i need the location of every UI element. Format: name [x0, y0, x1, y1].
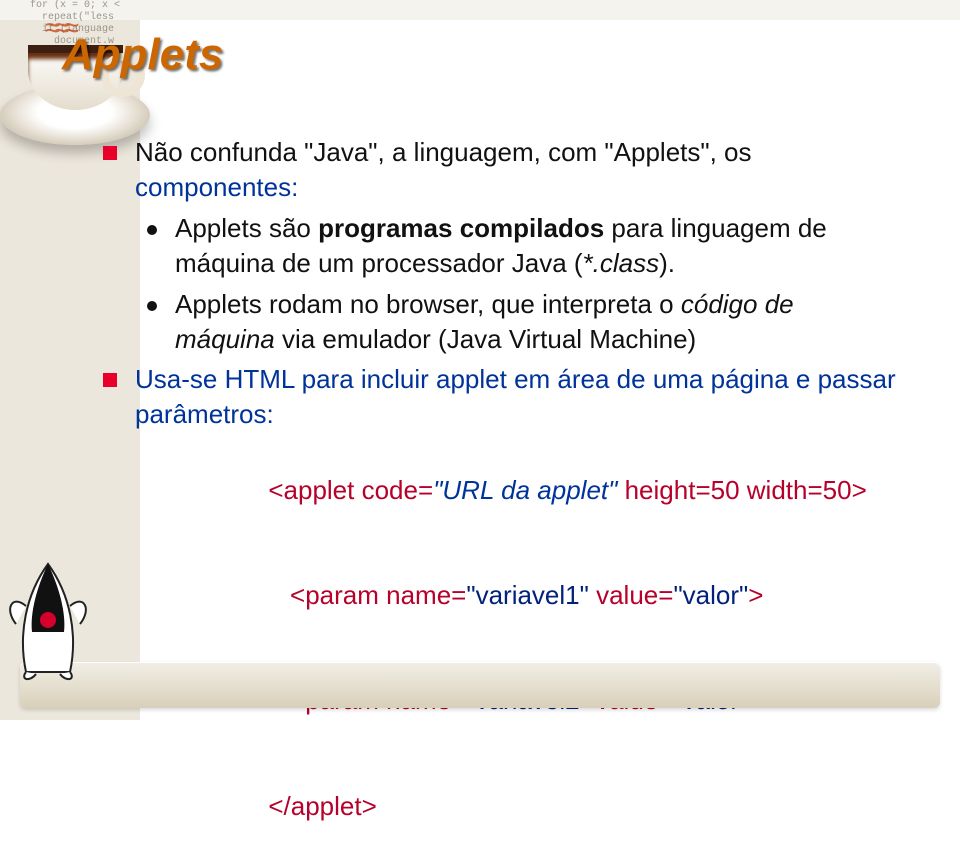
bullet-item: Não confunda "Java", a linguagem, com "A…: [95, 135, 900, 205]
text-run: , a linguagem, com: [378, 137, 605, 167]
text-run: "variavel1": [466, 580, 589, 610]
text-run: <param name=: [268, 580, 466, 610]
slide-body: Não confunda "Java", a linguagem, com "A…: [95, 135, 900, 859]
text-run: via emulador (Java Virtual Machine): [275, 324, 696, 354]
text-run: "Java": [304, 137, 377, 167]
text-run: Applets rodam no browser, que interpreta…: [175, 289, 681, 319]
code-example: <applet code="URL da applet" height=50 w…: [95, 438, 900, 859]
bullet-sub-item: Applets são programas compilados para li…: [95, 211, 900, 281]
footer-bar: [20, 662, 940, 708]
text-run: programas compilados: [318, 213, 604, 243]
slide-title: Applets: [62, 30, 223, 80]
text-run: Não confunda: [135, 137, 304, 167]
bullet-sub-item: Applets rodam no browser, que interpreta…: [95, 287, 900, 357]
text-run: height=50 width=50>: [617, 475, 866, 505]
text-run: <applet code=: [268, 475, 433, 505]
bullet-item: Usa-se HTML para incluir applet em área …: [95, 362, 900, 432]
text-run: Usa-se HTML para incluir applet em área …: [135, 364, 896, 429]
text-run: "valor": [673, 580, 748, 610]
text-run: value=: [589, 580, 674, 610]
round-bullet-icon: [147, 225, 157, 235]
text-run: >: [748, 580, 763, 610]
text-run: "Applets": [604, 137, 709, 167]
text-run: ).: [659, 248, 675, 278]
text-run: componentes:: [135, 172, 298, 202]
square-bullet-icon: [103, 373, 117, 387]
text-run: </applet>: [268, 791, 376, 821]
round-bullet-icon: [147, 301, 157, 311]
text-run: , os: [710, 137, 752, 167]
text-run: *.class: [583, 248, 660, 278]
text-run: Applets são: [175, 213, 318, 243]
text-run: "URL da applet": [433, 475, 617, 505]
square-bullet-icon: [103, 146, 117, 160]
